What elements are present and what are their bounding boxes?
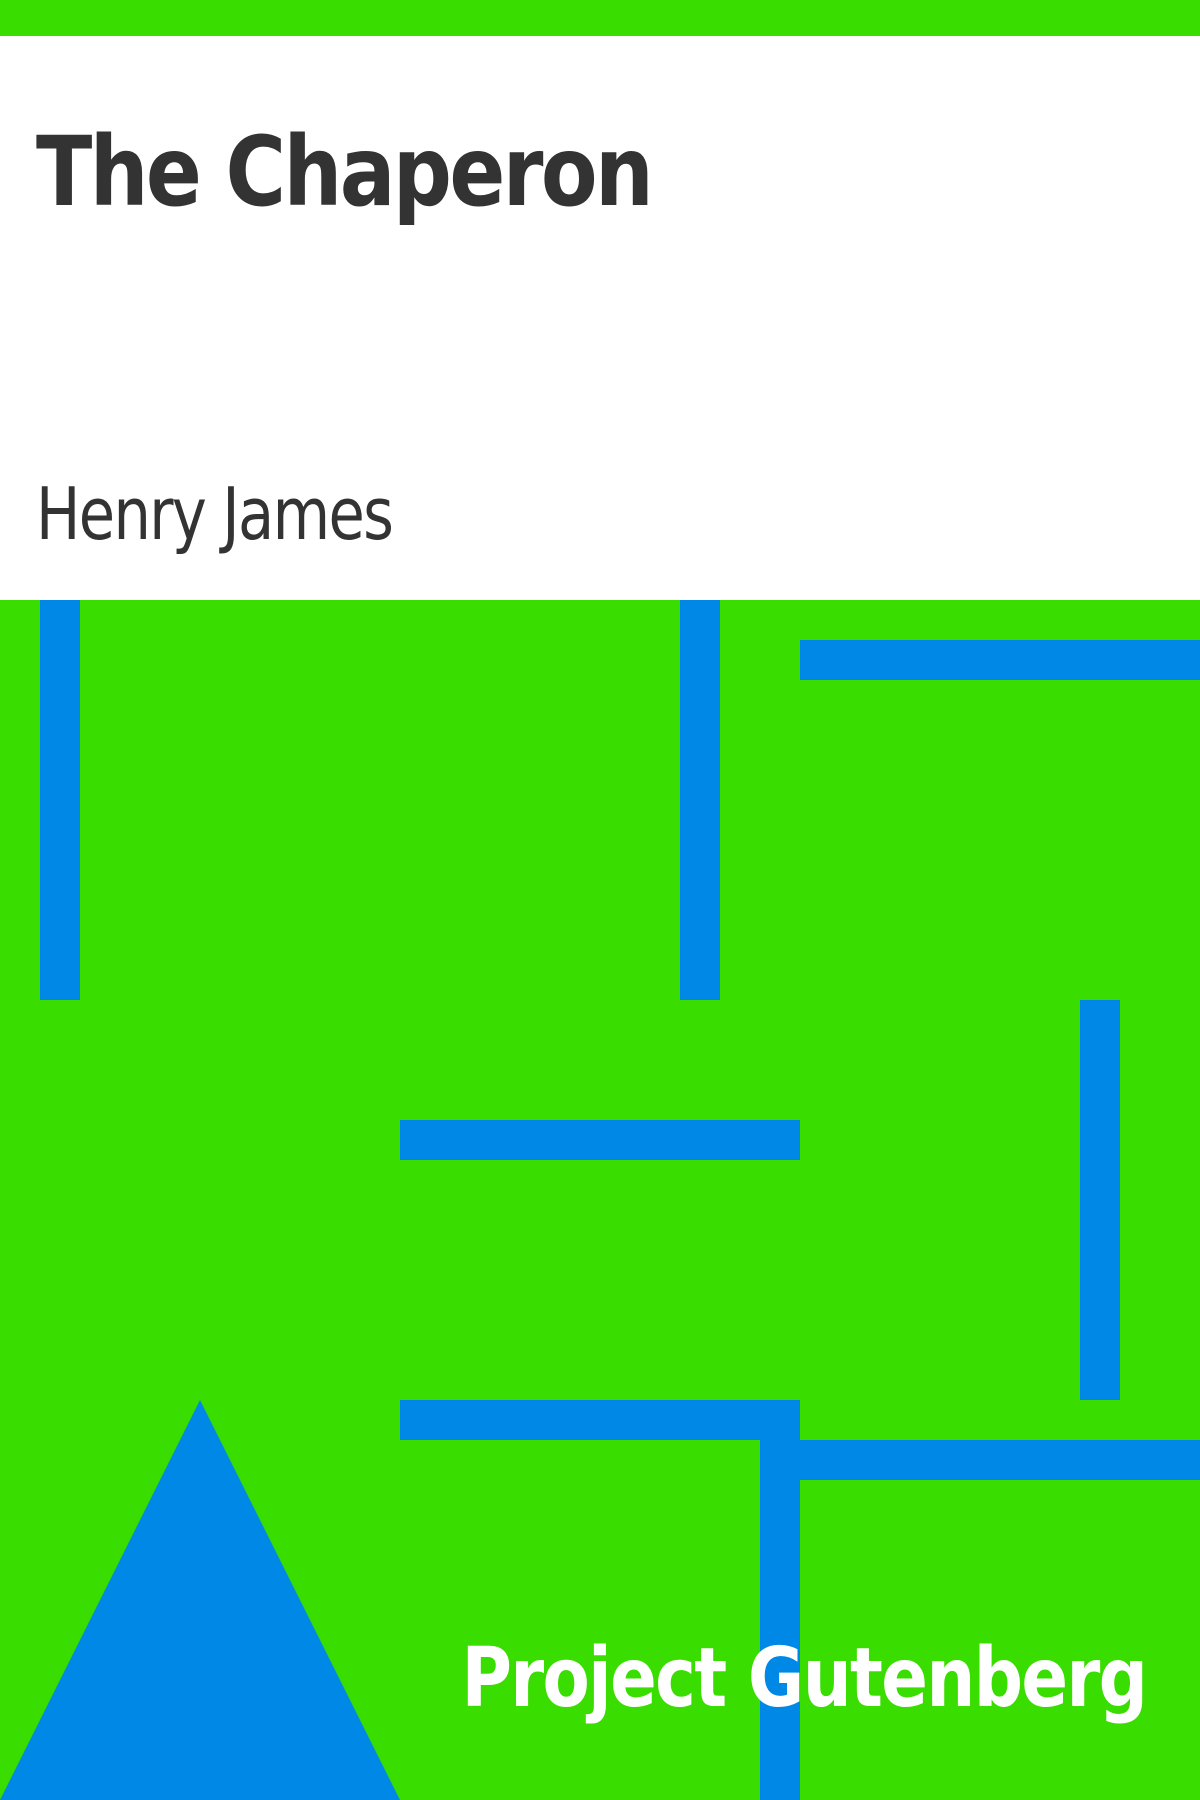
horizontal-bar-lower-right <box>760 1440 1200 1480</box>
triangle-shape <box>0 1400 400 1800</box>
vertical-bar-right <box>1080 1000 1120 1400</box>
horizontal-bar-middle <box>400 1120 800 1160</box>
book-title: The Chaperon <box>36 116 654 228</box>
top-color-strip <box>0 0 1200 36</box>
vertical-bar-bottom-center <box>760 1440 800 1800</box>
horizontal-bar-top-right <box>800 640 1200 680</box>
triangle-fill <box>0 1400 400 1800</box>
publisher-name: Project Gutenberg <box>461 1631 1148 1726</box>
vertical-bar-left <box>40 600 80 1000</box>
title-panel: The Chaperon Henry James <box>0 36 1200 600</box>
book-cover: The Chaperon Henry James Project Gutenbe… <box>0 0 1200 1800</box>
book-author: Henry James <box>36 472 394 556</box>
horizontal-bar-lower-center <box>400 1400 800 1440</box>
vertical-bar-center-top <box>680 600 720 1000</box>
